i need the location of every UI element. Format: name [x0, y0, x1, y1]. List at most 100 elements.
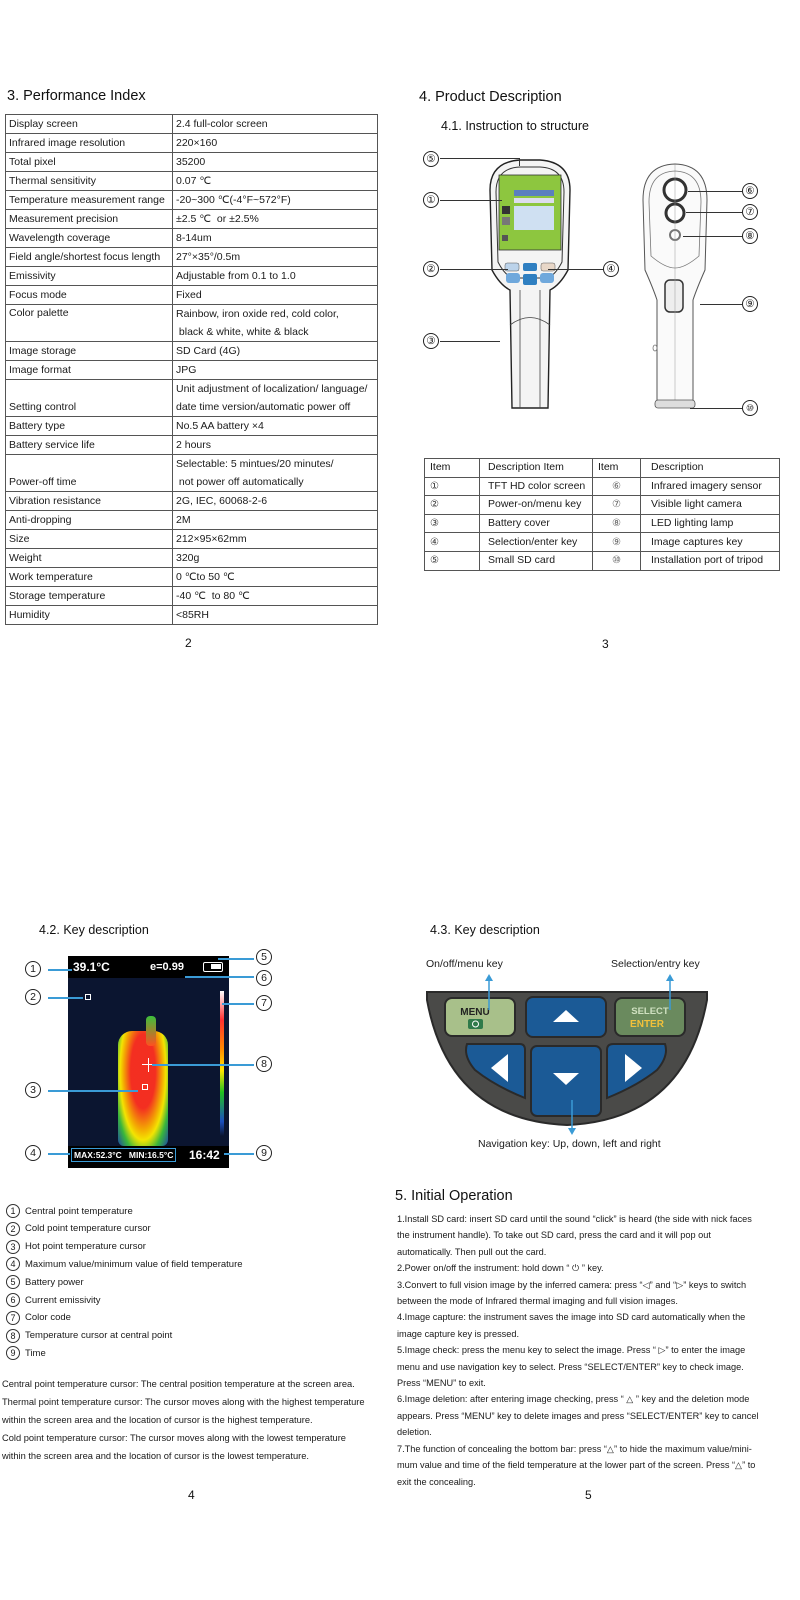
spec-key: Anti-dropping: [5, 510, 173, 530]
operation-line: 5.Image check: press the menu key to sel…: [397, 1345, 746, 1356]
spec-key: Emissivity: [5, 266, 173, 286]
spec-row: Anti-dropping 2M: [5, 510, 378, 530]
note-line: Cold point temperature cursor: The curso…: [2, 1433, 346, 1443]
spec-row: Work temperature 0 ℃to 50 ℃: [5, 567, 378, 587]
part-description: Visible light camera: [640, 495, 780, 515]
spec-value: ±2.5 ℃ or ±2.5%: [172, 209, 378, 229]
spec-key: Image storage: [5, 341, 173, 361]
menu-key-caption: On/off/menu key: [426, 958, 503, 970]
callout-8: ⑧: [742, 228, 758, 244]
operation-line: 2.Power on/off the instrument: hold down…: [397, 1263, 604, 1274]
device-back-illustration: [642, 163, 708, 409]
part-number: ⑥: [592, 476, 641, 497]
callout-3: ③: [423, 333, 439, 349]
legend-number: 5: [6, 1275, 20, 1290]
parts-row: ④ Selection/enter key ⑨ Image captures key: [424, 532, 780, 552]
down-key[interactable]: [530, 1045, 602, 1117]
spec-row: Total pixel 35200: [5, 152, 378, 172]
legend-item: 4 Maximum value/minimum value of field te…: [6, 1256, 243, 1272]
spec-value: JPG: [172, 360, 378, 380]
spec-value: 320g: [172, 548, 378, 568]
part-description: Battery cover: [479, 513, 593, 534]
spec-row: Storage temperature -40 ℃ to 80 ℃: [5, 586, 378, 606]
max-min-readout: MAX:52.3°C MIN:16.5°C: [71, 1148, 177, 1162]
callout-6: 6: [256, 970, 272, 986]
menu-key[interactable]: MENU: [444, 997, 516, 1037]
spec-key: Image format: [5, 360, 173, 380]
capture-key-icon: [664, 279, 684, 313]
legend-item: 2 Cold point temperature cursor: [6, 1221, 151, 1237]
thermal-screen: 39.1°C e=0.99 MAX:52.3°C MIN:16.5°C 16:4…: [68, 956, 229, 1168]
device-front-illustration: [489, 159, 571, 409]
spec-row: Vibration resistance 2G, IEC, 60068-2-6: [5, 491, 378, 511]
callout-7: ⑦: [742, 204, 758, 220]
select-key-caption: Selection/entry key: [611, 958, 700, 970]
spec-value: <85RH: [172, 605, 378, 625]
part-number: ⑨: [592, 532, 641, 552]
legend-item: 1 Central point temperature: [6, 1203, 133, 1219]
emissivity-readout: e=0.99: [150, 961, 184, 973]
operation-line: 3.Convert to full vision image by the in…: [397, 1279, 747, 1290]
callout-9: 9: [256, 1145, 272, 1161]
operation-line: Press “MENU” to exit.: [397, 1378, 486, 1389]
spec-value: 0.07 ℃: [172, 171, 378, 191]
spec-value: -20~300 ℃(-4°F~572°F): [172, 190, 378, 210]
legend-number: 2: [6, 1221, 20, 1236]
spec-row: Infrared image resolution 220×160: [5, 133, 378, 153]
spec-value: 35200: [172, 152, 378, 172]
legend-item: 7 Color code: [6, 1310, 71, 1326]
callout-3: 3: [25, 1082, 41, 1098]
spec-row: Measurement precision ±2.5 ℃ or ±2.5%: [5, 209, 378, 229]
spec-value: 220×160: [172, 133, 378, 153]
part-number: ④: [424, 532, 480, 552]
part-number: ③: [424, 513, 480, 534]
spec-key: Weight: [5, 548, 173, 568]
spec-key: Storage temperature: [5, 586, 173, 606]
up-key[interactable]: [525, 996, 607, 1038]
spec-value: SD Card (4G): [172, 341, 378, 361]
legend-label: Current emissivity: [25, 1294, 101, 1306]
subheading-key-description-screen: 4.2. Key description: [39, 923, 149, 937]
operation-line: 4.Image capture: the instrument saves th…: [397, 1312, 746, 1323]
spec-row: Wavelength coverage 8-14um: [5, 228, 378, 248]
operation-line: menu and use navigation key to select. P…: [397, 1361, 744, 1372]
section-heading-performance-index: 3. Performance Index: [7, 88, 146, 104]
page-number: 5: [585, 1488, 592, 1502]
hot-point-cursor: [142, 1084, 148, 1090]
parts-row: ⑤ Small SD card ⑩ Installation port of trip…: [424, 550, 780, 571]
spec-value: Adjustable from 0.1 to 1.0: [172, 266, 378, 286]
part-description: Selection/enter key: [479, 532, 593, 552]
spec-row: Image storage SD Card (4G): [5, 341, 378, 361]
operation-line: 6.Image deletion: after entering image c…: [397, 1394, 750, 1405]
spec-row: Thermal sensitivity 0.07 ℃: [5, 171, 378, 191]
callout-4: ④: [603, 261, 619, 277]
legend-item: 6 Current emissivity: [6, 1292, 101, 1308]
spec-value: Rainbow, iron oxide red, cold color, bla…: [172, 304, 378, 342]
legend-label: Hot point temperature cursor: [25, 1241, 146, 1253]
legend-item: 3 Hot point temperature cursor: [6, 1239, 146, 1255]
spec-row: Battery type No.5 AA battery ×4: [5, 416, 378, 436]
operation-line: image capture key is pressed.: [397, 1328, 520, 1339]
callout-2: ②: [423, 261, 439, 277]
callout-5: ⑤: [423, 151, 439, 167]
legend-number: 7: [6, 1310, 20, 1325]
legend-number: 9: [6, 1346, 20, 1361]
legend-label: Central point temperature: [25, 1205, 133, 1217]
spec-row: Weight 320g: [5, 548, 378, 568]
spec-row: Battery service life 2 hours: [5, 435, 378, 455]
spec-value: Selectable: 5 mintues/20 minutes/ not po…: [172, 454, 378, 492]
spec-value: 27°×35°/0.5m: [172, 247, 378, 267]
legend-label: Maximum value/minimum value of field tem…: [25, 1258, 243, 1270]
spec-row: Temperature measurement range -20~300 ℃(-…: [5, 190, 378, 210]
spec-value: 2G, IEC, 60068-2-6: [172, 491, 378, 511]
part-number: ⑤: [424, 550, 480, 571]
operation-line: automatically. Then pull out the card.: [397, 1246, 547, 1257]
part-number: ⑩: [592, 550, 641, 571]
parts-row: ② Power-on/menu key ⑦ Visible light camera: [424, 495, 780, 515]
spec-key: Vibration resistance: [5, 491, 173, 511]
operation-line: 1.Install SD card: insert SD card until …: [397, 1214, 752, 1224]
svg-text:SELECT: SELECT: [631, 1006, 669, 1017]
note-line: Thermal point temperature cursor: The cu…: [2, 1397, 365, 1407]
select-enter-key[interactable]: SELECT ENTER: [614, 997, 686, 1037]
page-number: 2: [185, 636, 192, 650]
